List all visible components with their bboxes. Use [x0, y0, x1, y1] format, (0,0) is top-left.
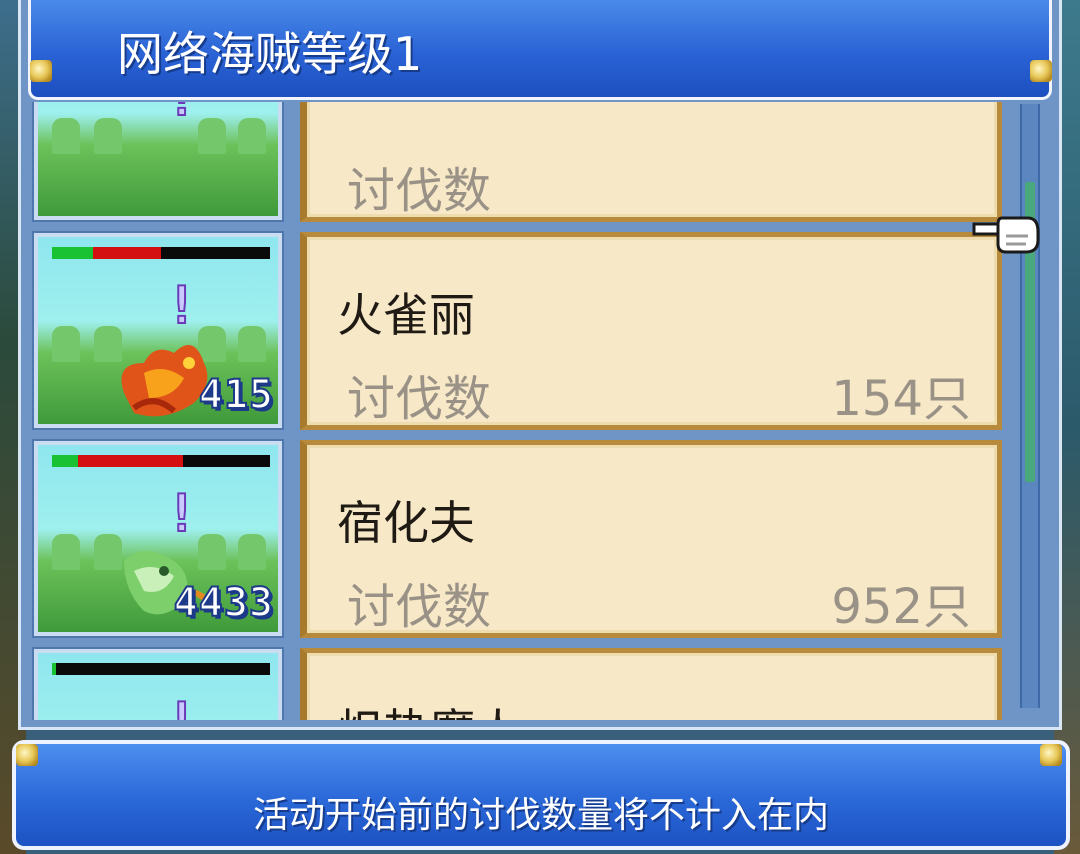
- page-title: 网络海贼等级1: [117, 27, 423, 81]
- hp-bar: [52, 663, 270, 675]
- defeat-count-label: 讨伐数: [347, 579, 492, 635]
- monster-thumbnail: ! 4433: [32, 439, 284, 638]
- monster-name: 火雀丽: [337, 288, 475, 342]
- monster-row[interactable]: ! 4433 宿化夫 讨伐数 952只: [30, 436, 1012, 642]
- monster-card[interactable]: 宿化夫 讨伐数 952只: [300, 440, 1002, 638]
- hp-bar-green: [52, 247, 94, 259]
- corner-ornament-icon: [1030, 60, 1052, 82]
- monster-name: 宿化夫: [337, 496, 475, 550]
- info-message-box: 活动开始前的讨伐数量将不计入在内: [12, 740, 1070, 850]
- scrollbar[interactable]: [1020, 104, 1040, 708]
- hp-bar-red: [78, 455, 183, 467]
- monster-thumbnail: ! 415: [32, 231, 284, 430]
- monster-level: 4433: [173, 579, 274, 627]
- monster-card[interactable]: 火雀丽 讨伐数 154只: [300, 232, 1002, 430]
- monster-thumbnail: ! 6: [32, 647, 284, 720]
- monster-list[interactable]: ! 讨伐数 ! 415 火雀丽 讨伐数 154只: [30, 102, 1012, 720]
- exclamation-icon: !: [165, 691, 198, 720]
- monster-row[interactable]: ! 415 火雀丽 讨伐数 154只: [30, 228, 1012, 434]
- hp-bar-red: [93, 247, 161, 259]
- title-bar: 网络海贼等级1: [28, 0, 1052, 100]
- corner-ornament-icon: [16, 744, 38, 766]
- corner-ornament-icon: [1040, 744, 1062, 766]
- defeat-count-label: 讨伐数: [347, 371, 492, 427]
- monster-row[interactable]: ! 讨伐数: [30, 102, 1012, 226]
- monster-name: 炽热魔人: [337, 695, 521, 720]
- monster-card[interactable]: 讨伐数: [300, 102, 1002, 222]
- pointing-hand-icon: [972, 216, 1040, 254]
- monster-row[interactable]: ! 6 炽热魔人 讨伐数 6只: [30, 644, 1012, 720]
- hp-bar: [52, 247, 270, 259]
- exclamation-icon: !: [165, 102, 198, 129]
- hp-bar: [52, 455, 270, 467]
- monster-level: 415: [198, 371, 274, 419]
- hp-bar-green: [52, 455, 79, 467]
- defeat-count-value: 154只: [831, 371, 971, 427]
- info-message: 活动开始前的讨伐数量将不计入在内: [252, 795, 829, 836]
- defeat-count-value: 952只: [831, 579, 971, 635]
- monster-thumbnail: !: [32, 102, 284, 222]
- defeat-count-label: 讨伐数: [347, 163, 492, 219]
- hp-bar-green: [52, 663, 57, 675]
- monster-card[interactable]: 炽热魔人 讨伐数 6只: [300, 648, 1002, 720]
- corner-ornament-icon: [30, 60, 52, 82]
